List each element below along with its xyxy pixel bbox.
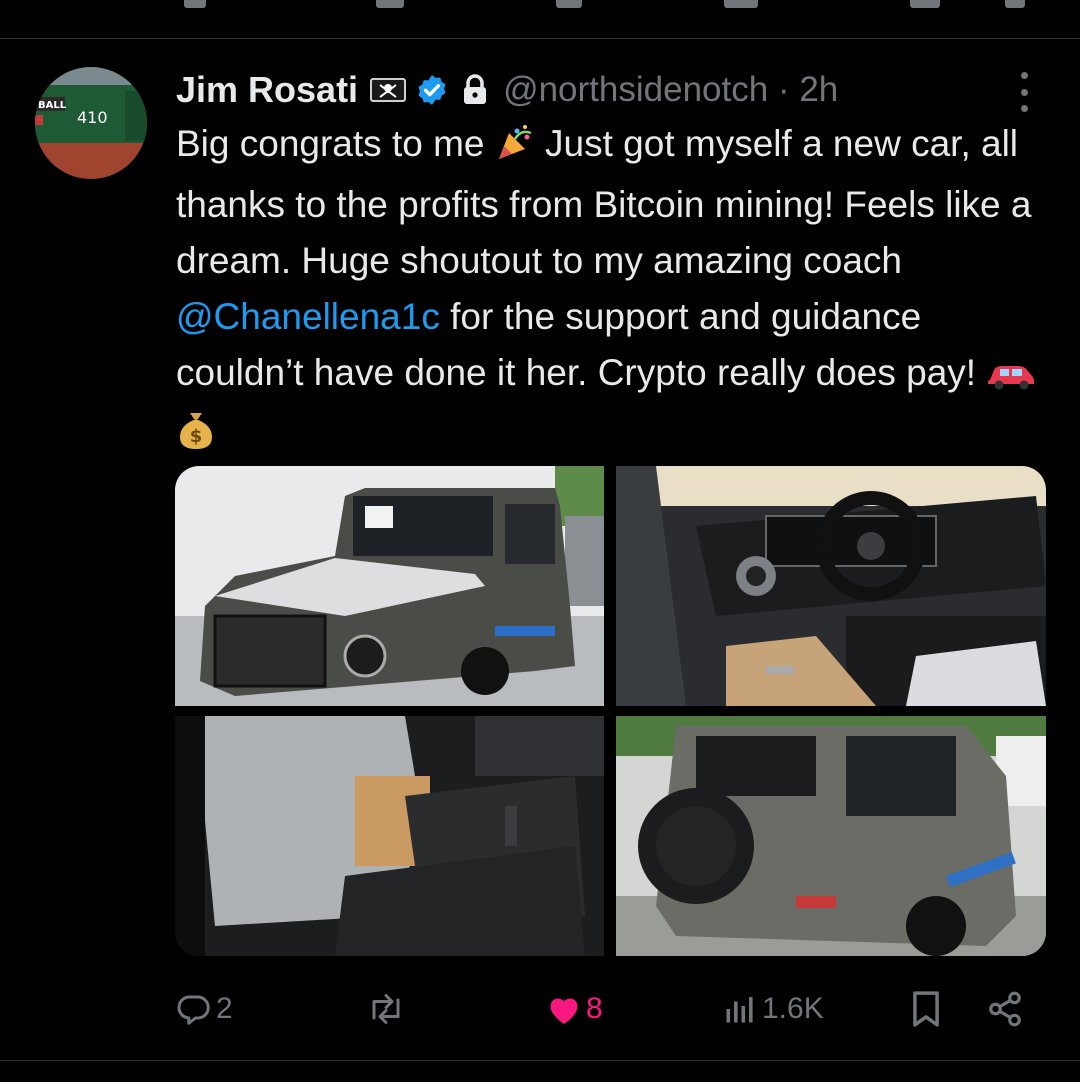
pirate-flag-icon: [370, 78, 407, 102]
like-button[interactable]: 8: [546, 985, 603, 1033]
tweet-header: Jim Rosati @northsidenotch · 2h: [176, 66, 838, 114]
media-photo-dashboard[interactable]: [616, 466, 1046, 706]
bookmark-button[interactable]: [910, 985, 942, 1033]
views-button[interactable]: 1.6K: [722, 985, 824, 1033]
prev-like-icon[interactable]: [556, 0, 582, 8]
dot-separator: ·: [777, 70, 790, 109]
prev-repost-icon[interactable]: [376, 0, 404, 8]
like-count: 8: [586, 992, 603, 1025]
author-handle[interactable]: @northsidenotch · 2h: [503, 70, 838, 110]
svg-text:410: 410: [77, 108, 108, 127]
text-segment: Big congrats to me: [176, 123, 495, 164]
timestamp[interactable]: 2h: [799, 70, 838, 109]
media-photo-suv-front[interactable]: [175, 466, 604, 706]
media-grid: [175, 466, 1046, 956]
previous-tweet-actions: [0, 0, 1080, 14]
prev-bookmark-icon[interactable]: [910, 0, 940, 8]
tweet-actions: 2 8 1.6K: [0, 985, 1080, 1033]
party-popper-icon: [495, 121, 535, 177]
repost-icon: [372, 994, 400, 1024]
avatar[interactable]: BALL 410: [35, 67, 147, 179]
red-car-icon: [986, 350, 1036, 406]
svg-text:$: $: [190, 426, 203, 447]
views-icon: [726, 997, 753, 1023]
prev-views-icon[interactable]: [724, 0, 758, 8]
view-count: 1.6K: [762, 992, 824, 1025]
media-photo-suv-rear[interactable]: [616, 716, 1046, 956]
author-name[interactable]: Jim Rosati: [176, 69, 358, 111]
lock-icon: [461, 74, 489, 106]
repost-button[interactable]: [366, 985, 410, 1033]
bottom-divider: [0, 1060, 1080, 1061]
top-divider: [0, 38, 1080, 39]
money-bag-icon: $: [176, 407, 216, 467]
verified-badge-icon[interactable]: [415, 73, 449, 107]
share-icon: [989, 991, 1021, 1027]
share-button[interactable]: [986, 985, 1024, 1033]
mention-link[interactable]: @Chanellena1c: [176, 296, 440, 337]
reply-count: 2: [216, 992, 233, 1025]
reply-icon: [177, 995, 210, 1025]
reply-button[interactable]: 2: [176, 985, 233, 1033]
prev-reply-icon[interactable]: [184, 0, 206, 8]
bookmark-icon: [913, 991, 939, 1027]
heart-icon: [550, 998, 578, 1024]
tweet-text: Big congrats to me Just got myself a new…: [176, 116, 1056, 467]
media-photo-rear-seats[interactable]: [175, 716, 604, 956]
more-icon[interactable]: [1015, 72, 1033, 112]
svg-text:BALL: BALL: [38, 100, 67, 111]
prev-share-icon[interactable]: [1005, 0, 1025, 8]
